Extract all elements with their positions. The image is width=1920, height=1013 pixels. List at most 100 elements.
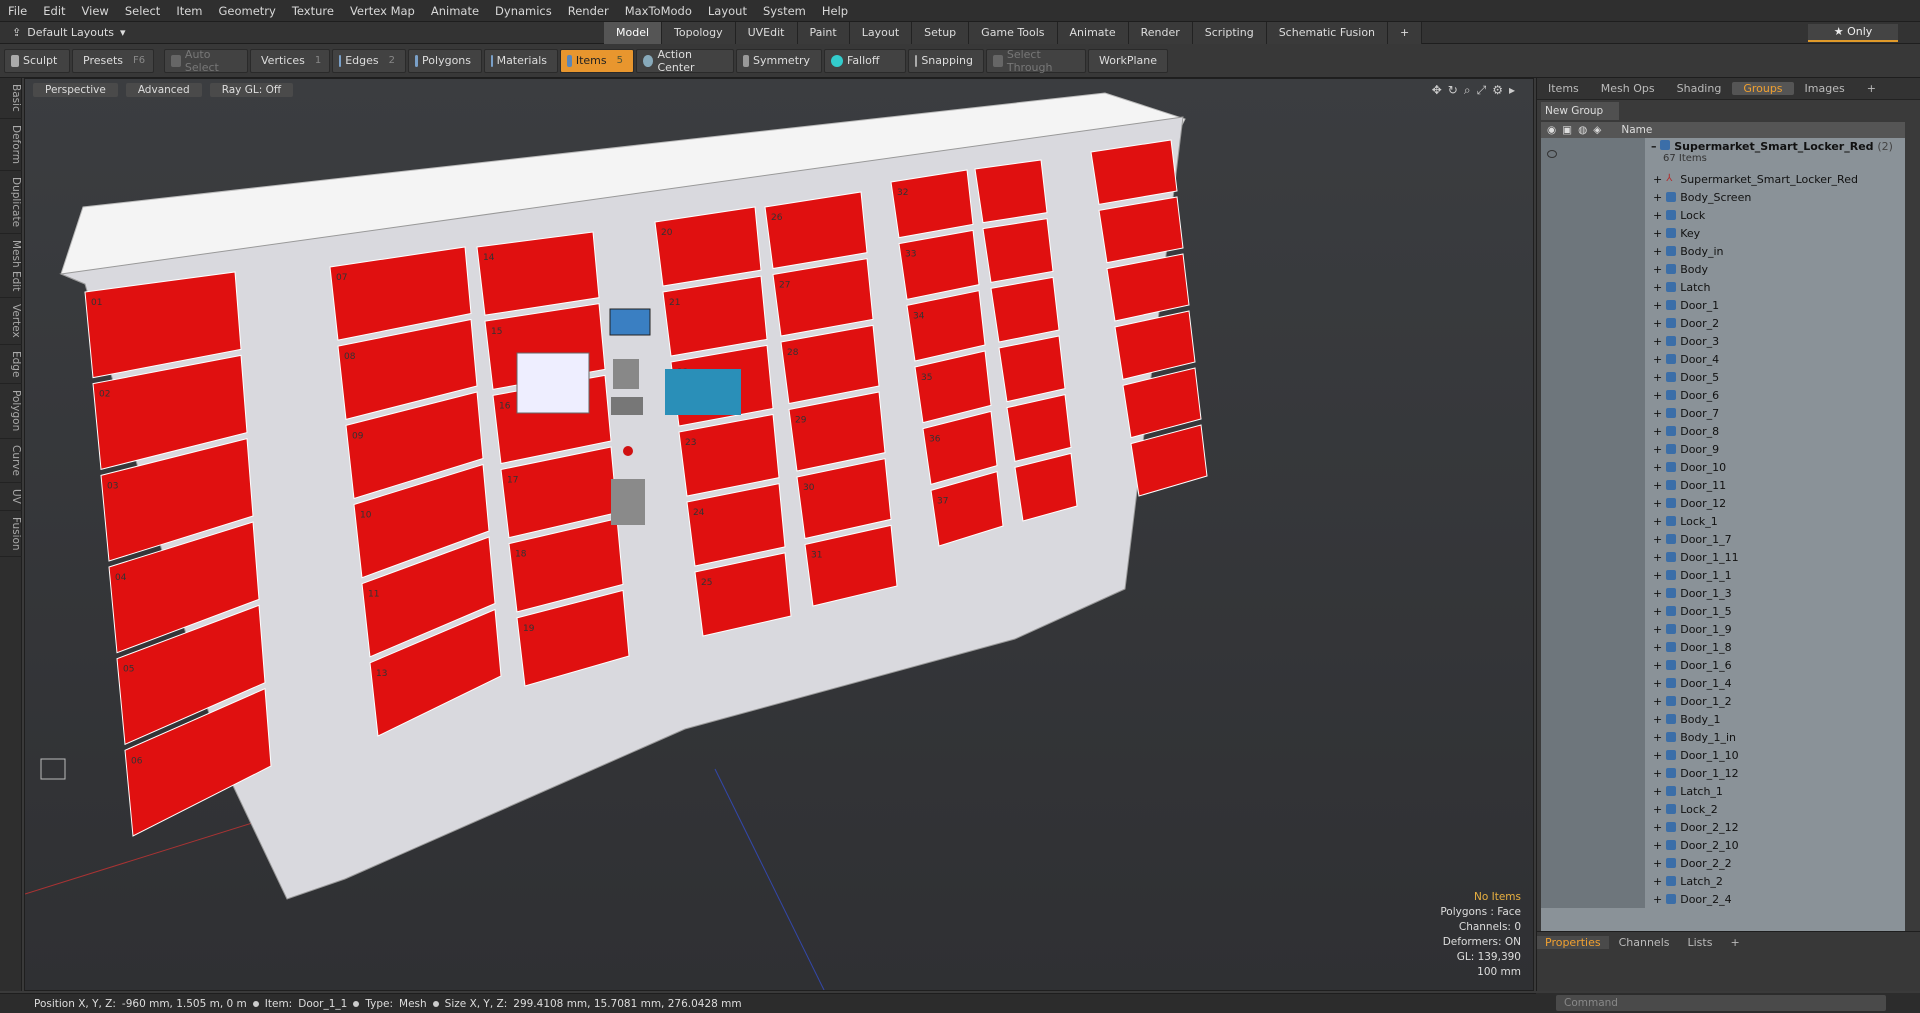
rotate-view-icon[interactable]: ↻ — [1448, 83, 1458, 98]
expand-icon[interactable]: + — [1653, 785, 1662, 798]
expand-icon[interactable]: + — [1653, 389, 1662, 402]
list-item[interactable]: + ⅄ Supermarket_Smart_Locker_Red — [1541, 170, 1905, 188]
expand-icon[interactable]: + — [1653, 191, 1662, 204]
expand-icon[interactable]: + — [1653, 227, 1662, 240]
tab-animate[interactable]: Animate — [1057, 22, 1129, 44]
expand-icon[interactable]: + — [1653, 479, 1662, 492]
menu-item-texture[interactable]: Texture — [284, 4, 342, 18]
list-item[interactable]: + Body_in — [1541, 242, 1905, 260]
tab-topology[interactable]: Topology — [662, 22, 736, 44]
tab-scripting[interactable]: Scripting — [1192, 22, 1267, 44]
tab-game-tools[interactable]: Game Tools — [969, 22, 1058, 44]
list-item[interactable]: + Door_7 — [1541, 404, 1905, 422]
menu-item-item[interactable]: Item — [168, 4, 210, 18]
expand-icon[interactable]: + — [1653, 515, 1662, 528]
expand-icon[interactable]: + — [1653, 587, 1662, 600]
list-item[interactable]: + Door_3 — [1541, 332, 1905, 350]
list-item[interactable]: + Latch — [1541, 278, 1905, 296]
expand-icon[interactable]: + — [1653, 605, 1662, 618]
expand-icon[interactable]: + — [1653, 425, 1662, 438]
list-item[interactable]: + Door_2 — [1541, 314, 1905, 332]
tab-add[interactable]: + — [1388, 22, 1423, 44]
tab-setup[interactable]: Setup — [912, 22, 970, 44]
expand-icon[interactable]: + — [1653, 245, 1662, 258]
workplane-button[interactable]: WorkPlane — [1088, 48, 1168, 73]
group-row[interactable]: – Supermarket_Smart_Locker_Red (2) 67 It… — [1541, 138, 1905, 170]
list-item[interactable]: + Door_12 — [1541, 494, 1905, 512]
menu-item-vertex-map[interactable]: Vertex Map — [342, 4, 423, 18]
left-tab-curve[interactable]: Curve — [0, 439, 22, 483]
expand-icon[interactable]: + — [1653, 461, 1662, 474]
list-item[interactable]: + Key — [1541, 224, 1905, 242]
expand-icon[interactable]: + — [1653, 209, 1662, 222]
tab-groups[interactable]: Groups — [1732, 82, 1794, 95]
select-through-button[interactable]: Select Through — [986, 48, 1086, 74]
list-item[interactable]: + Lock — [1541, 206, 1905, 224]
left-tab-vertex[interactable]: Vertex — [0, 298, 22, 345]
list-item[interactable]: + Door_1_2 — [1541, 692, 1905, 710]
list-item[interactable]: + Door_1_12 — [1541, 764, 1905, 782]
list-item[interactable]: + Door_1_7 — [1541, 530, 1905, 548]
menu-item-edit[interactable]: Edit — [35, 4, 73, 18]
tab-channels[interactable]: Channels — [1611, 936, 1678, 949]
list-item[interactable]: + Door_2_10 — [1541, 836, 1905, 854]
list-item[interactable]: + Door_9 — [1541, 440, 1905, 458]
list-item[interactable]: + Latch_1 — [1541, 782, 1905, 800]
expand-icon[interactable]: + — [1653, 353, 1662, 366]
left-tab-mesh-edit[interactable]: Mesh Edit — [0, 234, 22, 299]
expand-icon[interactable]: + — [1653, 839, 1662, 852]
tab-add[interactable]: + — [1722, 936, 1747, 949]
expand-icon[interactable]: + — [1653, 875, 1662, 888]
menu-item-geometry[interactable]: Geometry — [211, 4, 284, 18]
menu-item-view[interactable]: View — [74, 4, 117, 18]
tab-add[interactable]: + — [1856, 82, 1887, 95]
expand-icon[interactable]: + — [1653, 677, 1662, 690]
move-view-icon[interactable]: ✥ — [1432, 83, 1442, 98]
menu-item-layout[interactable]: Layout — [700, 4, 755, 18]
tab-properties[interactable]: Properties — [1537, 935, 1609, 949]
menu-item-system[interactable]: System — [755, 4, 814, 18]
list-item[interactable]: + Door_2_2 — [1541, 854, 1905, 872]
expand-icon[interactable]: + — [1653, 443, 1662, 456]
tab-uvedit[interactable]: UVEdit — [735, 22, 798, 44]
list-item[interactable]: + Door_2_12 — [1541, 818, 1905, 836]
raygl-button[interactable]: Ray GL: Off — [209, 83, 294, 97]
list-item[interactable]: + Door_1_4 — [1541, 674, 1905, 692]
list-item[interactable]: + Door_1 — [1541, 296, 1905, 314]
list-item[interactable]: + Door_1_10 — [1541, 746, 1905, 764]
auto-select-button[interactable]: Auto Select — [164, 48, 248, 74]
list-item[interactable]: + Body_1 — [1541, 710, 1905, 728]
tab-layout[interactable]: Layout — [849, 22, 913, 44]
menu-item-help[interactable]: Help — [814, 4, 856, 18]
expand-icon[interactable]: + — [1653, 893, 1662, 906]
edges-button[interactable]: Edges 2 — [332, 48, 406, 73]
tab-images[interactable]: Images — [1794, 82, 1856, 95]
list-item[interactable]: + Lock_1 — [1541, 512, 1905, 530]
list-item[interactable]: + Body_1_in — [1541, 728, 1905, 746]
zoom-view-icon[interactable]: ⌕ — [1464, 83, 1471, 98]
expand-icon[interactable]: + — [1653, 533, 1662, 546]
items-button[interactable]: Items 5 — [560, 48, 634, 73]
expand-icon[interactable]: + — [1653, 497, 1662, 510]
expand-icon[interactable]: + — [1653, 263, 1662, 276]
list-item[interactable]: + Door_1_6 — [1541, 656, 1905, 674]
expand-icon[interactable]: + — [1653, 731, 1662, 744]
expand-icon[interactable]: + — [1653, 659, 1662, 672]
tab-shading[interactable]: Shading — [1666, 82, 1733, 95]
left-tab-duplicate[interactable]: Duplicate — [0, 171, 22, 234]
list-item[interactable]: + Door_1_1 — [1541, 566, 1905, 584]
expand-icon[interactable]: + — [1653, 767, 1662, 780]
materials-button[interactable]: Materials — [484, 48, 558, 73]
expand-icon[interactable]: ▸ — [1509, 83, 1515, 98]
menu-item-dynamics[interactable]: Dynamics — [487, 4, 560, 18]
gear-icon[interactable]: ⚙ — [1492, 83, 1503, 98]
view-type-button[interactable]: Perspective — [33, 83, 118, 97]
tab-model[interactable]: Model — [604, 22, 663, 44]
new-group-button[interactable]: New Group — [1541, 102, 1619, 120]
expand-icon[interactable]: + — [1653, 371, 1662, 384]
expand-icon[interactable]: + — [1653, 857, 1662, 870]
left-tab-basic[interactable]: Basic — [0, 78, 22, 119]
expand-icon[interactable]: + — [1653, 623, 1662, 636]
list-item[interactable]: + Door_1_9 — [1541, 620, 1905, 638]
snapping-button[interactable]: Snapping — [908, 48, 984, 73]
